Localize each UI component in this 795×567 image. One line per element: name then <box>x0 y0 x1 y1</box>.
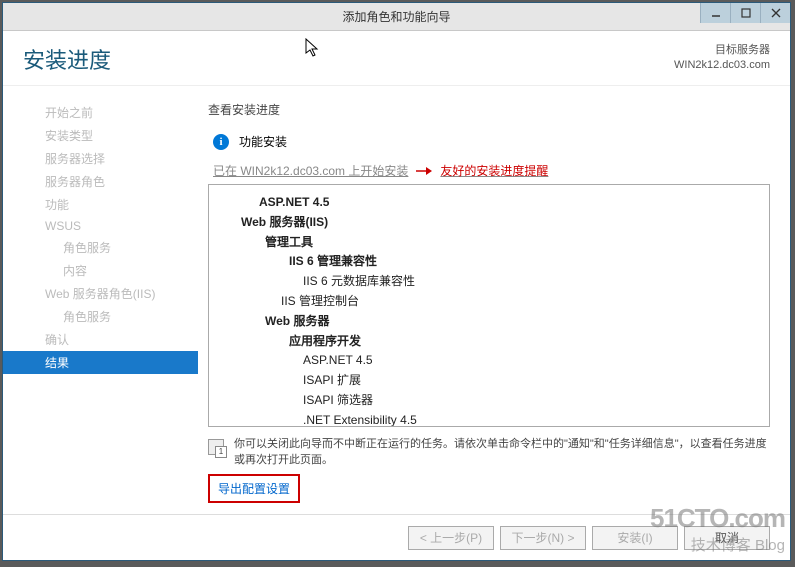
feature-list[interactable]: ASP.NET 4.5Web 服务器(IIS)管理工具IIS 6 管理兼容性II… <box>208 184 770 427</box>
target-server-name: WIN2k12.dc03.com <box>674 58 770 73</box>
sidebar-item-7: 内容 <box>3 259 198 282</box>
sidebar-item-6: 角色服务 <box>3 236 198 259</box>
target-label: 目标服务器 <box>674 43 770 58</box>
feature-item-1: Web 服务器(IIS) <box>221 213 765 233</box>
sidebar-item-9: 角色服务 <box>3 305 198 328</box>
export-config-link[interactable]: 导出配置设置 <box>208 474 300 503</box>
feature-item-11: .NET Extensibility 4.5 <box>221 411 765 427</box>
next-button[interactable]: 下一步(N) > <box>500 526 586 550</box>
cancel-button[interactable]: 取消 <box>684 526 770 550</box>
titlebar: 添加角色和功能向导 <box>3 3 790 31</box>
feature-item-3: IIS 6 管理兼容性 <box>221 252 765 272</box>
feature-item-6: Web 服务器 <box>221 312 765 332</box>
target-server-info: 目标服务器 WIN2k12.dc03.com <box>674 43 770 85</box>
annotation-arrow <box>416 164 432 178</box>
sidebar-item-0: 开始之前 <box>3 101 198 124</box>
sidebar: 开始之前安装类型服务器选择服务器角色功能WSUS角色服务内容Web 服务器角色(… <box>3 86 198 514</box>
sidebar-item-4: 功能 <box>3 193 198 216</box>
note-row: 你可以关闭此向导而不中断正在运行的任务。请依次单击命令栏中的"通知"和"任务详细… <box>208 437 770 468</box>
note-text: 你可以关闭此向导而不中断正在运行的任务。请依次单击命令栏中的"通知"和"任务详细… <box>234 437 770 468</box>
info-icon: i <box>213 134 229 150</box>
feature-item-0: ASP.NET 4.5 <box>221 193 765 213</box>
feature-item-4: IIS 6 元数据库兼容性 <box>221 272 765 292</box>
header: 安装进度 目标服务器 WIN2k12.dc03.com <box>3 31 790 86</box>
sidebar-item-5: WSUS <box>3 216 198 236</box>
status-row: 已在 WIN2k12.dc03.com 上开始安装 友好的安装进度提醒 <box>208 162 770 179</box>
minimize-button[interactable] <box>700 3 730 23</box>
window-buttons <box>700 3 790 23</box>
maximize-button[interactable] <box>730 3 760 23</box>
prev-button[interactable]: < 上一步(P) <box>408 526 494 550</box>
section-title: 查看安装进度 <box>208 101 770 118</box>
sidebar-item-2: 服务器选择 <box>3 147 198 170</box>
close-button[interactable] <box>760 3 790 23</box>
feature-item-8: ASP.NET 4.5 <box>221 351 765 371</box>
main-content: 查看安装进度 i 功能安装 已在 WIN2k12.dc03.com 上开始安装 … <box>198 86 790 514</box>
feature-item-10: ISAPI 筛选器 <box>221 391 765 411</box>
feature-item-5: IIS 管理控制台 <box>221 292 765 312</box>
status-text: 已在 WIN2k12.dc03.com 上开始安装 <box>213 162 408 179</box>
feature-item-2: 管理工具 <box>221 233 765 253</box>
feature-item-7: 应用程序开发 <box>221 332 765 352</box>
page-title: 安装进度 <box>23 43 111 85</box>
notification-icon <box>208 439 224 455</box>
wizard-window: 添加角色和功能向导 安装进度 目标服务器 WIN2k12.dc03.com 开始… <box>2 2 791 561</box>
annotation-text: 友好的安装进度提醒 <box>440 162 548 179</box>
body: 开始之前安装类型服务器选择服务器角色功能WSUS角色服务内容Web 服务器角色(… <box>3 86 790 514</box>
footer: < 上一步(P) 下一步(N) > 安装(I) 取消 <box>3 514 790 560</box>
install-button[interactable]: 安装(I) <box>592 526 678 550</box>
sidebar-item-3: 服务器角色 <box>3 170 198 193</box>
sidebar-item-8: Web 服务器角色(IIS) <box>3 282 198 305</box>
info-label: 功能安装 <box>239 133 287 150</box>
info-row: i 功能安装 <box>208 133 770 150</box>
sidebar-item-11: 结果 <box>3 351 198 374</box>
feature-item-9: ISAPI 扩展 <box>221 371 765 391</box>
window-title: 添加角色和功能向导 <box>3 8 790 25</box>
sidebar-item-10: 确认 <box>3 328 198 351</box>
sidebar-item-1: 安装类型 <box>3 124 198 147</box>
